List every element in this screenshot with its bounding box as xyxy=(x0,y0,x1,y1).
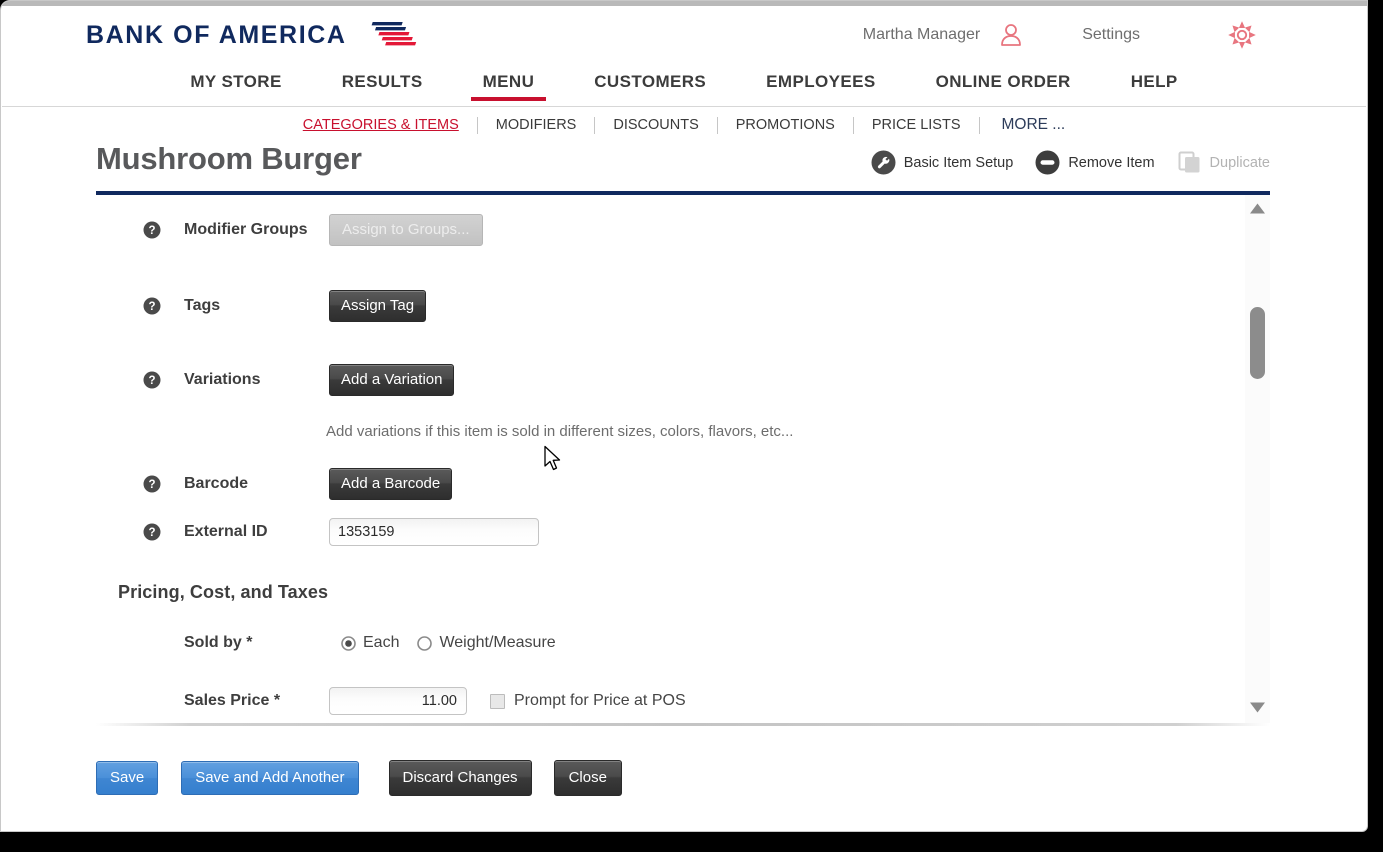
window-content: BANK OF AMERICA Martha Manager Settings … xyxy=(2,6,1366,830)
radio-selected-icon xyxy=(341,635,356,651)
subnav-item-more[interactable]: MORE ... xyxy=(980,116,1084,134)
nav-item-employees[interactable]: EMPLOYEES xyxy=(736,72,905,92)
brand-name: BANK OF AMERICA xyxy=(86,20,347,49)
footer-button-bar: Save Save and Add Another Discard Change… xyxy=(96,760,1366,796)
row-barcode: ? Barcode Add a Barcode xyxy=(96,468,1238,500)
subnav-item-modifiers[interactable]: MODIFIERS xyxy=(478,117,595,133)
scroll-thumb[interactable] xyxy=(1250,307,1265,379)
add-a-variation-button[interactable]: Add a Variation xyxy=(329,364,455,396)
label-sold-by: Sold by * xyxy=(184,634,253,651)
external-id-input[interactable] xyxy=(329,518,539,546)
row-tags: ? Tags Assign Tag xyxy=(96,290,1238,322)
nav-item-online-order[interactable]: ONLINE ORDER xyxy=(906,72,1101,92)
account-name[interactable]: Martha Manager xyxy=(863,26,980,44)
radio-sold-by-each[interactable]: Each xyxy=(341,634,399,652)
prompt-for-price-label: Prompt for Price at POS xyxy=(514,692,686,709)
triangle-down-icon[interactable] xyxy=(1249,701,1266,714)
content-bottom-divider xyxy=(96,723,1270,726)
remove-item-button[interactable]: Remove Item xyxy=(1035,150,1155,175)
subnav-item-categories-items[interactable]: CATEGORIES & ITEMS xyxy=(285,117,477,133)
svg-text:?: ? xyxy=(148,479,155,491)
assign-tag-button[interactable]: Assign Tag xyxy=(329,290,427,322)
nav-item-menu[interactable]: MENU xyxy=(453,72,565,101)
svg-text:?: ? xyxy=(148,375,155,387)
save-button[interactable]: Save xyxy=(96,761,159,795)
duplicate-label: Duplicate xyxy=(1209,154,1270,171)
variations-hint-text: Add variations if this item is sold in d… xyxy=(326,423,794,440)
radio-label-weight-measure: Weight/Measure xyxy=(439,634,556,651)
brand-header: BANK OF AMERICA Martha Manager Settings xyxy=(2,6,1366,72)
nav-item-results[interactable]: RESULTS xyxy=(312,72,453,92)
user-icon[interactable] xyxy=(996,20,1026,50)
remove-item-label: Remove Item xyxy=(1068,154,1155,171)
minus-circle-icon xyxy=(1035,150,1060,175)
prompt-for-price-checkbox[interactable]: Prompt for Price at POS xyxy=(490,692,686,710)
discard-changes-button[interactable]: Discard Changes xyxy=(388,760,532,796)
account-area: Martha Manager Settings xyxy=(863,20,1256,50)
label-tags: Tags xyxy=(184,297,221,314)
page-title-row: Mushroom Burger Basic Item Setup Remove … xyxy=(96,139,1270,191)
question-mark-icon[interactable]: ? xyxy=(143,371,161,389)
question-mark-icon[interactable]: ? xyxy=(143,221,161,239)
add-a-barcode-button[interactable]: Add a Barcode xyxy=(329,468,453,500)
nav-item-my-store[interactable]: MY STORE xyxy=(160,72,311,92)
row-sold-by: Sold by * Each Weight/Measure xyxy=(96,634,1238,652)
question-mark-icon[interactable]: ? xyxy=(143,297,161,315)
label-variations: Variations xyxy=(184,371,261,388)
radio-sold-by-weight-measure[interactable]: Weight/Measure xyxy=(417,634,556,652)
row-modifier-groups: ? Modifier Groups Assign to Groups... xyxy=(96,214,1238,246)
label-barcode: Barcode xyxy=(184,475,249,492)
wrench-icon xyxy=(871,150,896,175)
copy-icon xyxy=(1178,151,1200,173)
vertical-scrollbar[interactable] xyxy=(1245,195,1270,723)
settings-label[interactable]: Settings xyxy=(1082,26,1140,44)
basic-item-setup-button[interactable]: Basic Item Setup xyxy=(871,150,1014,175)
assign-to-groups-button: Assign to Groups... xyxy=(329,214,483,246)
label-modifier-groups: Modifier Groups xyxy=(184,221,308,238)
sales-price-input[interactable] xyxy=(329,687,467,715)
label-sales-price: Sales Price * xyxy=(184,692,281,709)
triangle-up-icon[interactable] xyxy=(1249,202,1266,215)
close-button[interactable]: Close xyxy=(553,760,622,796)
main-navigation: MY STORE RESULTS MENU CUSTOMERS EMPLOYEE… xyxy=(2,72,1366,107)
nav-item-help[interactable]: HELP xyxy=(1101,72,1208,92)
gear-icon[interactable] xyxy=(1228,21,1256,49)
row-variations: ? Variations Add a Variation xyxy=(96,364,1238,396)
label-external-id: External ID xyxy=(184,523,268,540)
duplicate-button: Duplicate xyxy=(1177,150,1270,175)
question-mark-icon[interactable]: ? xyxy=(143,523,161,541)
flag-logo-icon xyxy=(371,22,416,46)
svg-text:?: ? xyxy=(148,527,155,539)
sub-navigation: CATEGORIES & ITEMS MODIFIERS DISCOUNTS P… xyxy=(2,107,1366,139)
row-sales-price: Sales Price * Prompt for Price at POS xyxy=(96,687,1238,715)
subnav-item-discounts[interactable]: DISCOUNTS xyxy=(595,117,716,133)
radio-unselected-icon xyxy=(417,635,433,651)
radio-label-each: Each xyxy=(363,634,400,651)
nav-item-customers[interactable]: CUSTOMERS xyxy=(564,72,736,92)
row-external-id: ? External ID xyxy=(96,518,1238,546)
subnav-item-promotions[interactable]: PROMOTIONS xyxy=(718,117,853,133)
page-title: Mushroom Burger xyxy=(96,141,362,176)
form-content-area: ? Modifier Groups Assign to Groups... ? … xyxy=(96,195,1270,723)
subnav-item-price-lists[interactable]: PRICE LISTS xyxy=(854,117,979,133)
page-actions: Basic Item Setup Remove Item Duplicate xyxy=(871,150,1270,175)
basic-item-setup-label: Basic Item Setup xyxy=(903,154,1014,171)
application-window: BANK OF AMERICA Martha Manager Settings … xyxy=(0,0,1368,832)
checkbox-unchecked-icon xyxy=(490,693,505,709)
form-scroll-region: ? Modifier Groups Assign to Groups... ? … xyxy=(96,195,1238,723)
question-mark-icon[interactable]: ? xyxy=(143,475,161,493)
brand-logo[interactable]: BANK OF AMERICA xyxy=(86,18,425,52)
svg-text:?: ? xyxy=(148,301,155,313)
save-and-add-another-button[interactable]: Save and Add Another xyxy=(181,761,359,795)
svg-text:?: ? xyxy=(148,225,155,237)
pricing-section-heading: Pricing, Cost, and Taxes xyxy=(118,582,329,602)
